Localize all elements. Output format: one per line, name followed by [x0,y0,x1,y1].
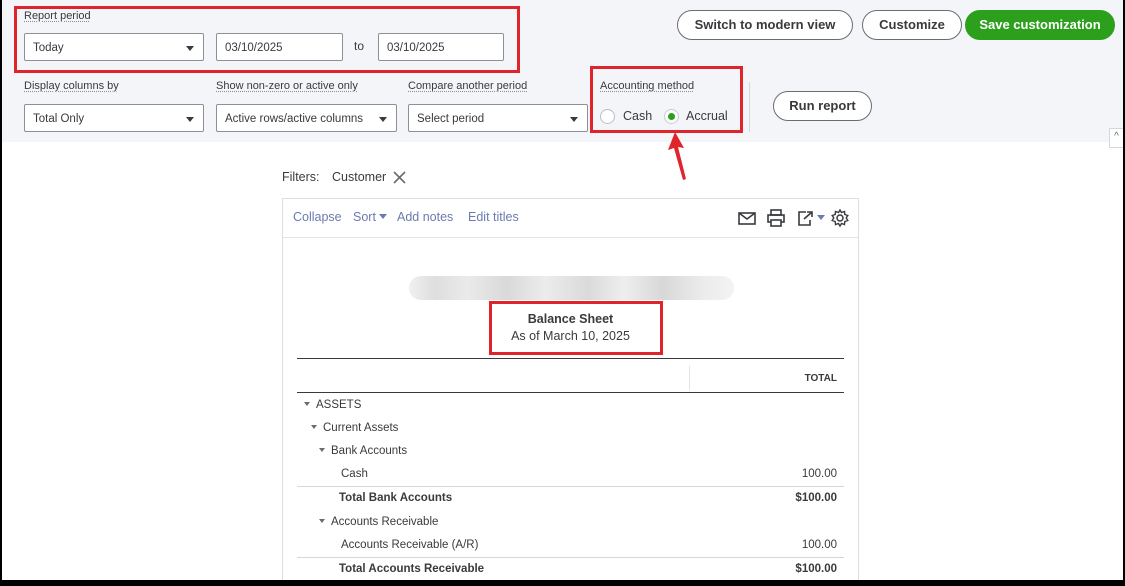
report-toolbar: Collapse Sort Add notes Edit titles [283,199,858,238]
table-row[interactable]: Accounts Receivable (A/R) 100.00 [297,534,844,557]
row-name: Total Accounts Receivable [339,563,485,575]
row-name: Total Bank Accounts [339,492,453,504]
row-amount[interactable]: 100.00 [802,539,837,551]
annotation-box-report-title [489,301,663,355]
collapse-options-tab[interactable]: ^ [1109,128,1123,148]
close-icon[interactable] [393,171,406,184]
compare-period-label: Compare another period [408,80,528,92]
company-name-redacted [409,276,734,300]
header-bottom-rule [297,392,844,393]
collapse-triangle-icon [319,448,325,452]
non-zero-label: Show non-zero or active only [216,80,358,92]
table-row[interactable]: Total Accounts Receivable $100.00 [297,557,844,580]
display-columns-label: Display columns by [24,80,119,92]
table-row[interactable]: Total Bank Accounts $100.00 [297,486,844,509]
non-zero-value: Active rows/active columns [225,113,364,125]
collapse-triangle-icon [304,402,310,406]
row-amount[interactable]: $100.00 [795,492,837,504]
table-row[interactable]: Accounts Receivable [297,511,844,534]
export-icon[interactable] [796,208,826,228]
total-column-header: TOTAL [804,373,837,384]
report-options-toolbar: Report period Today 03/10/2025 to 03/10/… [2,0,1123,142]
filters-label: Filters: [282,170,320,184]
column-divider [689,366,690,390]
add-notes-link[interactable]: Add notes [397,210,453,224]
gear-icon[interactable] [830,208,850,228]
divider [749,82,750,132]
row-name: Accounts Receivable (A/R) [341,539,479,551]
display-columns-value: Total Only [33,113,85,125]
filter-chip-customer: Customer [332,170,387,184]
non-zero-select[interactable]: Active rows/active columns [216,104,397,132]
table-row[interactable]: Current Assets [297,417,844,440]
collapse-triangle-icon [311,425,317,429]
compare-period-value: Select period [417,113,485,125]
report-page: Report period Today 03/10/2025 to 03/10/… [2,0,1123,580]
email-icon[interactable] [737,208,757,228]
annotation-box-accounting-method [590,66,743,133]
compare-period-select[interactable]: Select period [408,104,588,132]
display-columns-select[interactable]: Total Only [24,104,204,132]
annotation-arrow [668,132,686,180]
row-amount[interactable]: 100.00 [802,468,837,480]
chevron-down-icon [378,214,387,219]
sort-label: Sort [353,210,376,224]
chevron-down-icon [379,117,387,122]
run-report-button[interactable]: Run report [773,91,872,121]
collapse-link[interactable]: Collapse [293,210,342,224]
chevron-down-icon [570,117,578,122]
print-icon[interactable] [766,208,786,228]
row-amount[interactable]: $100.00 [795,563,837,575]
row-name: Bank Accounts [319,445,407,457]
report-panel: Collapse Sort Add notes Edit titles Bala… [282,198,859,580]
row-name: Accounts Receivable [319,516,438,528]
table-row[interactable]: Bank Accounts [297,440,844,463]
table-row[interactable]: ASSETS [297,394,844,417]
row-name: Cash [341,468,368,480]
edit-titles-link[interactable]: Edit titles [468,210,519,224]
annotation-box-report-period [14,6,520,73]
sort-link[interactable]: Sort [353,210,387,224]
row-name: ASSETS [304,399,361,411]
chevron-down-icon [186,117,194,122]
collapse-triangle-icon [319,519,325,523]
customize-button[interactable]: Customize [862,10,962,40]
row-name: Current Assets [311,422,398,434]
save-customization-button[interactable]: Save customization [965,10,1115,40]
header-rule [297,358,844,359]
switch-modern-view-button[interactable]: Switch to modern view [677,10,853,40]
table-row[interactable]: Cash 100.00 [297,463,844,486]
